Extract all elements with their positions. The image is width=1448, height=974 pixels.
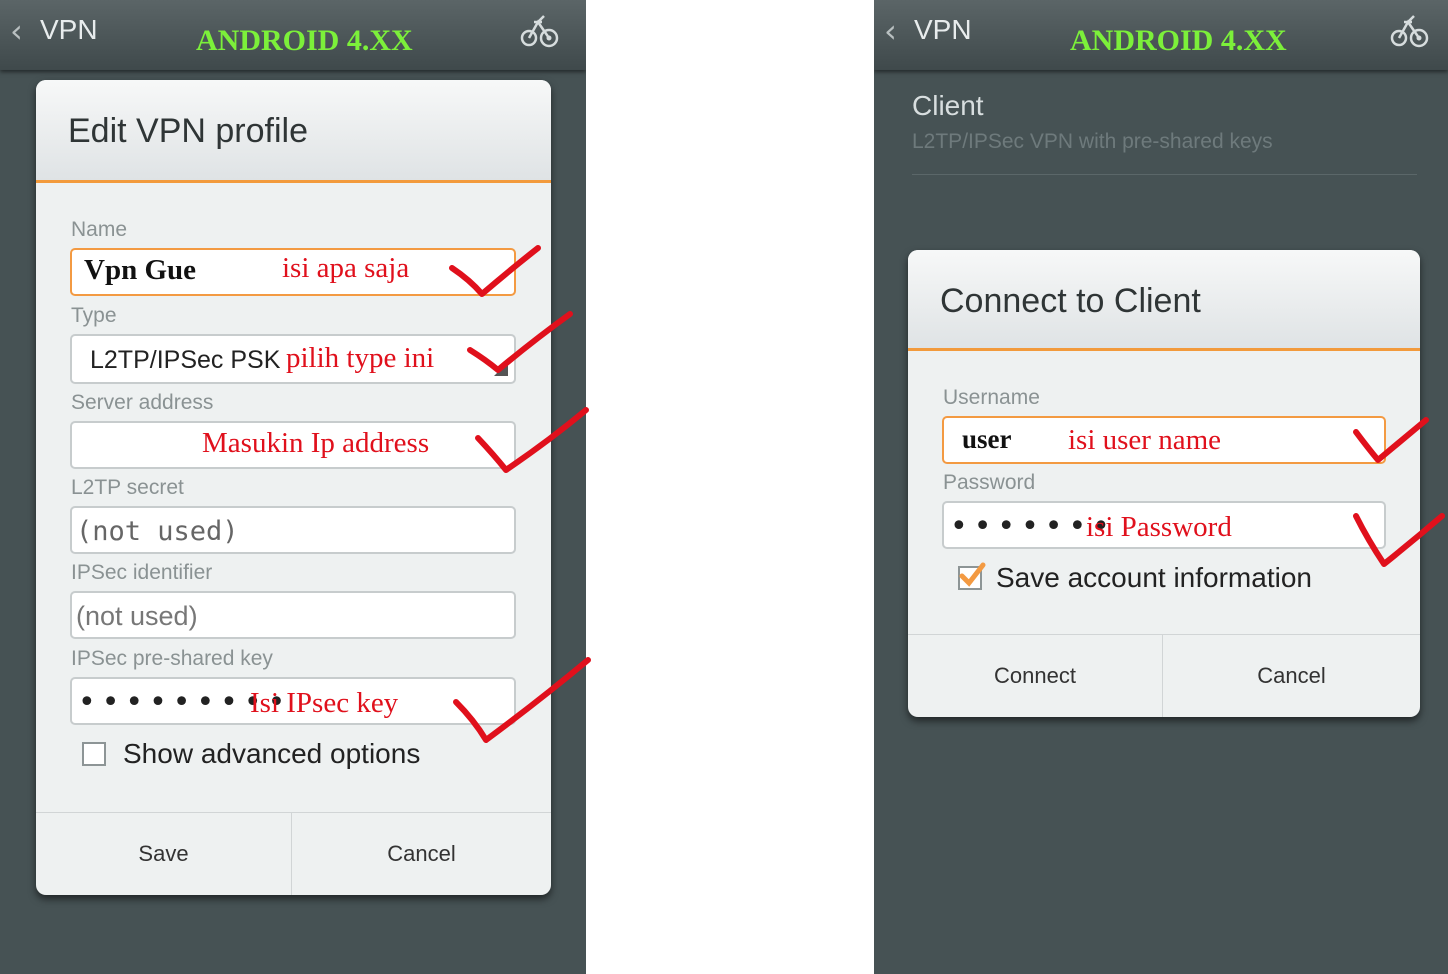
password-field[interactable]: ••••••• isi Password <box>942 501 1386 549</box>
dialog-title: Connect to Client <box>940 282 1201 320</box>
l2tp-secret-label: L2TP secret <box>71 476 184 499</box>
ipsec-key-field[interactable]: ••••••••• Isi IPsec key <box>70 677 516 725</box>
ipsec-identifier-field[interactable]: (not used) <box>70 591 516 639</box>
connect-button[interactable]: Connect <box>908 635 1162 717</box>
l2tp-secret-placeholder: (not used) <box>76 516 239 547</box>
type-annotation: pilih type ini <box>286 342 435 374</box>
save-account-checkbox[interactable] <box>958 562 986 590</box>
edit-vpn-profile-dialog: Edit VPN profile Name Vpn Gue isi apa sa… <box>36 80 551 895</box>
check-icon <box>959 562 986 587</box>
server-address-field[interactable]: Masukin Ip address <box>70 421 516 469</box>
list-item-title: Client <box>912 90 984 121</box>
show-advanced-label[interactable]: Show advanced options <box>123 738 420 770</box>
action-bar-title[interactable]: VPN <box>40 14 98 46</box>
dialog-header: Connect to Client <box>908 250 1420 351</box>
chevron-left-icon[interactable]: ‹ <box>884 12 897 50</box>
server-address-annotation: Masukin Ip address <box>202 427 430 459</box>
chevron-left-icon[interactable]: ‹ <box>10 12 23 50</box>
dialog-button-row: Connect Cancel <box>908 634 1420 717</box>
show-advanced-checkbox[interactable] <box>82 742 106 766</box>
password-annotation: isi Password <box>1086 511 1232 543</box>
left-phone-screen: ‹ VPN ANDROID 4.XX Edit VPN profile Name… <box>0 0 586 974</box>
save-account-label[interactable]: Save account information <box>996 562 1312 594</box>
cancel-button[interactable]: Cancel <box>1163 635 1420 717</box>
save-button[interactable]: Save <box>36 813 291 895</box>
cancel-button[interactable]: Cancel <box>292 813 551 895</box>
bike-icon[interactable] <box>520 12 560 52</box>
username-label: Username <box>943 386 1040 409</box>
server-address-label: Server address <box>71 391 214 414</box>
ipsec-key-annotation: Isi IPsec key <box>250 687 399 719</box>
action-bar-title[interactable]: VPN <box>914 14 972 46</box>
android-version-tag: ANDROID 4.XX <box>1070 24 1287 57</box>
l2tp-secret-field[interactable]: (not used) <box>70 506 516 554</box>
username-field[interactable]: user isi user name <box>942 416 1386 464</box>
action-bar: ‹ VPN ANDROID 4.XX <box>0 0 586 70</box>
bike-icon[interactable] <box>1390 12 1430 52</box>
ipsec-identifier-placeholder: (not used) <box>76 601 198 631</box>
vpn-list-item-client[interactable]: Client L2TP/IPSec VPN with pre-shared ke… <box>912 88 1417 175</box>
connect-dialog: Connect to Client Username user isi user… <box>908 250 1420 717</box>
type-select[interactable]: L2TP/IPSec PSK pilih type ini <box>70 334 516 384</box>
username-annotation: isi user name <box>1068 424 1222 456</box>
dialog-title: Edit VPN profile <box>68 112 308 150</box>
right-phone-screen: ‹ VPN ANDROID 4.XX Client L2TP/IPSec VPN… <box>874 0 1448 974</box>
name-field[interactable]: Vpn Gue isi apa saja <box>70 248 516 296</box>
password-label: Password <box>943 471 1036 494</box>
ipsec-identifier-label: IPSec identifier <box>71 561 213 584</box>
name-label: Name <box>71 218 128 241</box>
username-value: user <box>962 424 1012 454</box>
action-bar: ‹ VPN ANDROID 4.XX <box>874 0 1448 70</box>
type-value: L2TP/IPSec PSK <box>90 346 281 374</box>
name-value: Vpn Gue <box>84 254 197 286</box>
list-item-subtitle: L2TP/IPSec VPN with pre-shared keys <box>912 130 1273 153</box>
dropdown-corner-icon <box>494 362 508 376</box>
dialog-button-row: Save Cancel <box>36 812 551 895</box>
name-annotation: isi apa saja <box>282 252 410 284</box>
ipsec-key-label: IPSec pre-shared key <box>71 647 273 670</box>
type-label: Type <box>71 304 117 327</box>
android-version-tag: ANDROID 4.XX <box>196 24 413 57</box>
dialog-header: Edit VPN profile <box>36 80 551 183</box>
